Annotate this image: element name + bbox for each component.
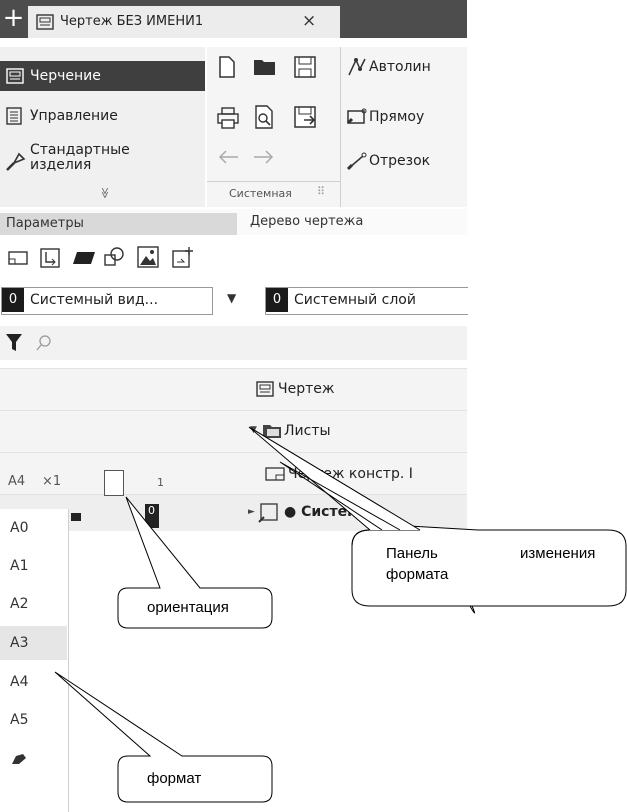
callout-format-text: формат xyxy=(147,770,202,787)
callout-overlay xyxy=(54,426,627,803)
callout-panel-pointer xyxy=(248,426,421,531)
callout-panel-word2: изменения xyxy=(520,545,596,562)
callout-panel-word1: Панель xyxy=(386,545,438,562)
callout-orientation-text: ориентация xyxy=(147,599,229,616)
callout-panel-line2: формата xyxy=(386,566,449,583)
